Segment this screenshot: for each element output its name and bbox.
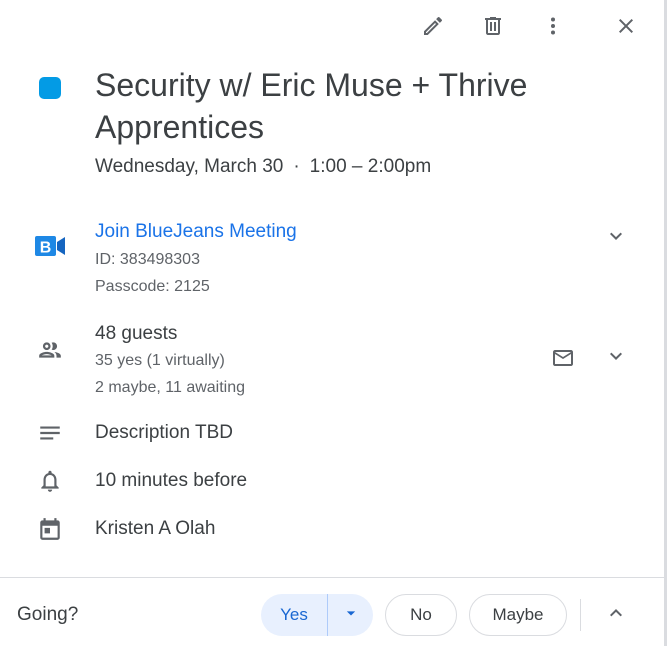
event-date: Wednesday, March 30: [95, 156, 284, 177]
more-options-button[interactable]: [535, 10, 571, 46]
calendar-owner: Kristen A Olah: [95, 518, 216, 539]
rsvp-options-dropdown[interactable]: [328, 594, 373, 636]
trash-icon: [481, 14, 505, 43]
guest-other-summary: 2 maybe, 11 awaiting: [95, 379, 246, 396]
rsvp-yes-split-button: Yes: [261, 594, 373, 636]
svg-text:B: B: [40, 240, 52, 257]
event-color-chip: [39, 77, 61, 99]
chevron-down-icon: [604, 344, 628, 373]
chevron-up-icon: [604, 601, 628, 630]
expand-conference-button[interactable]: [598, 220, 634, 256]
event-description: Description TBD: [95, 422, 233, 443]
bell-icon: [34, 465, 66, 497]
more-vert-icon: [541, 14, 565, 43]
meeting-passcode: Passcode: 2125: [95, 278, 210, 295]
datetime-separator: ·: [293, 156, 300, 177]
event-details-card: Security w/ Eric Muse + Thrive Apprentic…: [0, 0, 667, 646]
event-time: 1:00 – 2:00pm: [309, 156, 432, 177]
rsvp-yes-button[interactable]: Yes: [261, 594, 328, 636]
close-icon: [614, 14, 638, 43]
guest-count: 48 guests: [95, 323, 178, 344]
footer-separator: [580, 599, 581, 631]
rsvp-maybe-button[interactable]: Maybe: [469, 594, 567, 636]
rsvp-no-button[interactable]: No: [385, 594, 457, 636]
delete-event-button[interactable]: [475, 10, 511, 46]
caret-down-icon: [341, 603, 361, 628]
calendar-icon: [34, 513, 66, 545]
meeting-id: ID: 383498303: [95, 251, 200, 268]
email-guests-button[interactable]: [545, 342, 581, 378]
event-title: Security w/ Eric Muse + Thrive Apprentic…: [95, 67, 528, 145]
mail-icon: [551, 346, 575, 375]
expand-guests-button[interactable]: [598, 340, 634, 376]
rsvp-prompt: Going?: [17, 604, 79, 625]
chevron-down-icon: [604, 224, 628, 253]
guest-yes-summary: 35 yes (1 virtually): [95, 352, 225, 369]
pencil-icon: [421, 14, 445, 43]
edit-event-button[interactable]: [415, 10, 451, 46]
close-button[interactable]: [608, 10, 644, 46]
reminder-text: 10 minutes before: [95, 470, 248, 491]
notes-icon: [34, 417, 66, 449]
footer-divider: [0, 577, 664, 578]
people-icon: [34, 334, 66, 366]
event-datetime: Wednesday, March 30 · 1:00 – 2:00pm: [95, 154, 431, 180]
bluejeans-icon: B: [34, 233, 66, 259]
join-meeting-link[interactable]: Join BlueJeans Meeting: [95, 219, 297, 245]
collapse-rsvp-button[interactable]: [598, 597, 634, 633]
